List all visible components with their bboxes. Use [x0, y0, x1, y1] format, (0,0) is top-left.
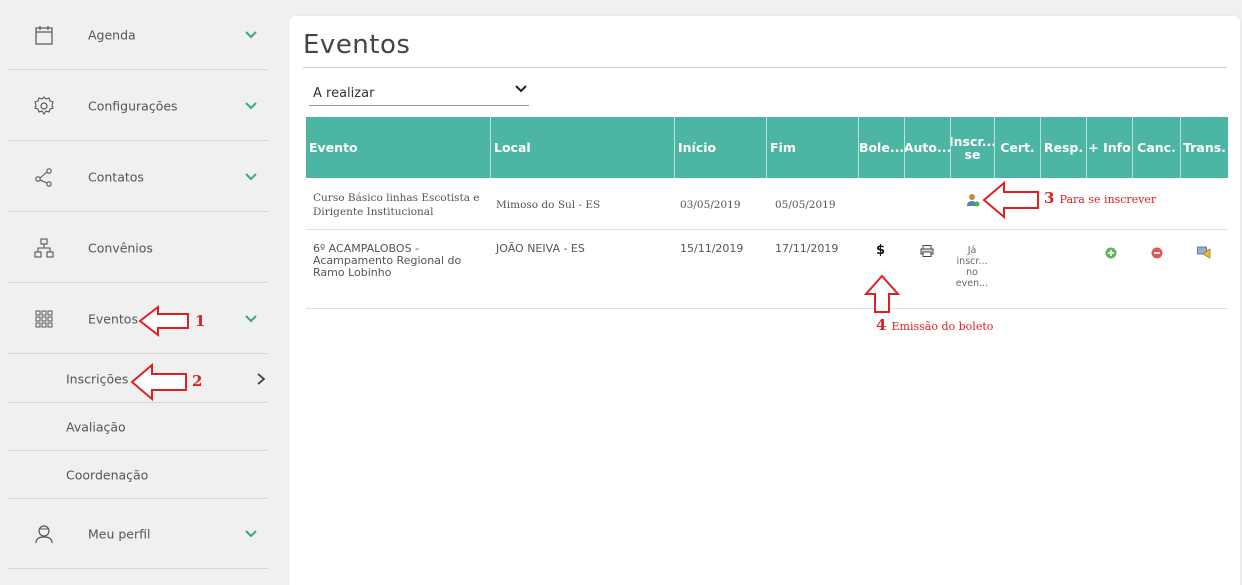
- page-title: Eventos: [303, 30, 411, 60]
- grid-icon: [35, 310, 53, 327]
- sidebar-item-label: Convênios: [88, 240, 153, 255]
- status-filter-value: A realizar: [313, 86, 375, 101]
- sidebar-subitem-coordenacao[interactable]: Coordenação: [8, 451, 268, 499]
- annotation-arrow-2: [130, 362, 187, 402]
- cancel-icon[interactable]: [1151, 247, 1163, 259]
- sidebar-item-label: Eventos: [88, 311, 138, 326]
- chevron-down-icon[interactable]: [244, 529, 258, 539]
- column-canc[interactable]: Canc.: [1133, 117, 1181, 178]
- annotation-arrow-4: [864, 274, 900, 313]
- column-trans[interactable]: Trans.: [1181, 117, 1228, 178]
- sidebar: Agenda Configurações Contatos Convênios …: [0, 0, 278, 585]
- cell-evento[interactable]: Curso Básico linhas Escotista e Dirigent…: [313, 191, 491, 219]
- add-info-icon[interactable]: [1105, 247, 1117, 259]
- transfer-icon[interactable]: [1197, 245, 1211, 259]
- cell-local: JOÃO NEIVA - ES: [496, 242, 585, 255]
- share-icon: [35, 167, 52, 187]
- column-resp[interactable]: Resp.: [1041, 117, 1087, 178]
- sidebar-item-convenios[interactable]: Convênios: [8, 213, 268, 283]
- column-info[interactable]: + Info: [1087, 117, 1133, 178]
- column-evento[interactable]: Evento: [306, 117, 491, 178]
- chevron-down-icon[interactable]: [244, 30, 258, 40]
- sidebar-item-meu-perfil[interactable]: Meu perfil: [8, 499, 268, 569]
- cell-fim: 17/11/2019: [775, 242, 839, 255]
- table-row: 6º ACAMPALOBOS - Acampamento Regional do…: [306, 231, 1228, 309]
- cell-fim: 05/05/2019: [775, 199, 836, 211]
- column-local[interactable]: Local: [491, 117, 675, 178]
- annotation-arrow-3: [982, 180, 1039, 220]
- sidebar-subitem-label: Coordenação: [66, 467, 149, 482]
- sidebar-item-label: Meu perfil: [88, 526, 151, 541]
- sidebar-item-agenda[interactable]: Agenda: [8, 0, 268, 70]
- column-autorizacao[interactable]: Auto...: [905, 117, 951, 178]
- column-inscrever-line1: Inscr...: [951, 133, 995, 149]
- annotation-3: 3 Para se inscrever: [1044, 189, 1157, 207]
- sidebar-item-label: Agenda: [88, 27, 136, 42]
- settings-icon: [34, 95, 54, 115]
- sidebar-item-contatos[interactable]: Contatos: [8, 142, 268, 212]
- cell-inicio: 15/11/2019: [680, 242, 744, 255]
- table-header: Evento Local Início Fim Bole... Auto... …: [306, 117, 1228, 178]
- chevron-right-icon[interactable]: [256, 372, 266, 386]
- cell-evento[interactable]: 6º ACAMPALOBOS - Acampamento Regional do…: [313, 243, 491, 279]
- sidebar-subitem-label: Avaliação: [66, 419, 126, 434]
- hierarchy-icon: [34, 237, 54, 258]
- calendar-icon: [35, 25, 53, 45]
- chevron-down-icon[interactable]: [244, 101, 258, 111]
- annotation-2: 2: [192, 372, 203, 390]
- column-inscrever[interactable]: Inscr... se: [951, 117, 995, 178]
- user-icon: [35, 524, 53, 543]
- sidebar-item-configuracoes[interactable]: Configurações: [8, 71, 268, 141]
- column-fim[interactable]: Fim: [767, 117, 859, 178]
- sidebar-item-label: Contatos: [88, 169, 144, 184]
- chevron-down-icon[interactable]: [244, 314, 258, 324]
- subscribe-user-icon[interactable]: [966, 193, 980, 207]
- boleto-dollar-icon[interactable]: $: [876, 243, 885, 258]
- cell-local: Mimoso do Sul - ES: [496, 199, 601, 211]
- chevron-down-icon: [515, 85, 527, 93]
- sidebar-subitem-label: Inscrições: [66, 371, 129, 386]
- status-filter-select[interactable]: A realizar: [309, 82, 529, 106]
- cell-inicio: 03/05/2019: [680, 199, 741, 211]
- column-boleto[interactable]: Bole...: [859, 117, 905, 178]
- divider: [303, 67, 1227, 68]
- subscription-status: Já inscr... no even...: [955, 245, 989, 289]
- column-inicio[interactable]: Início: [675, 117, 767, 178]
- main-panel: Eventos A realizar Evento Local Início F…: [289, 16, 1240, 585]
- printer-icon[interactable]: [920, 245, 934, 257]
- annotation-arrow-1: [138, 304, 189, 338]
- column-cert[interactable]: Cert.: [995, 117, 1041, 178]
- annotation-1: 1: [195, 312, 206, 330]
- sidebar-subitem-avaliacao[interactable]: Avaliação: [8, 403, 268, 451]
- column-inscrever-line2: se: [964, 146, 981, 162]
- annotation-4: 4 Emissão do boleto: [876, 316, 994, 334]
- chevron-down-icon[interactable]: [244, 172, 258, 182]
- sidebar-item-label: Configurações: [88, 98, 178, 113]
